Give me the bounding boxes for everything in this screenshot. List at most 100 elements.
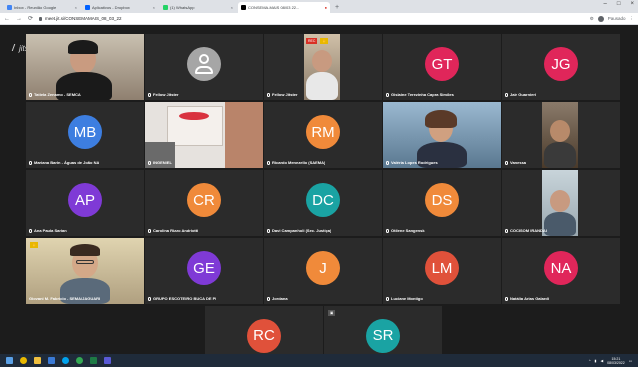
mic-icon [148, 92, 151, 97]
mail-icon[interactable] [48, 357, 55, 364]
participant-tile[interactable]: DS Otilene Sangensk [383, 170, 501, 236]
participant-avatar: J [306, 251, 340, 286]
new-tab-button[interactable]: + [335, 2, 339, 13]
participant-tile[interactable]: Vanessa [502, 102, 620, 168]
participant-tile[interactable]: NA Natália Arias Galardi [502, 238, 620, 304]
tab-close-icon[interactable]: ● [325, 5, 327, 10]
volume-icon[interactable]: ◀ [600, 359, 603, 363]
tab-favicon-icon [241, 5, 246, 10]
tab-close-icon[interactable]: × [153, 5, 155, 10]
participant-avatar: NA [544, 251, 578, 286]
mic-icon [386, 228, 389, 233]
minimize-button[interactable]: – [604, 1, 607, 7]
mic-icon [267, 92, 270, 97]
mic-icon [505, 228, 508, 233]
browser-tab-4[interactable]: CONSEMA-MAIS 08/03 22... ● [238, 2, 330, 13]
participant-tile[interactable]: REC ✋ Fellow Jitster [264, 34, 382, 100]
mic-icon [267, 228, 270, 233]
tab-close-icon[interactable]: × [231, 5, 233, 10]
participant-name: COCISOM IRANDAI [505, 228, 547, 233]
participant-tile[interactable]: MB Mariana Barin - Águas de João NA [26, 102, 144, 168]
mic-icon [505, 92, 508, 97]
participant-avatar: CR [187, 183, 221, 218]
participant-avatar: RC [247, 318, 281, 353]
chrome-alt-icon[interactable] [76, 357, 83, 364]
mic-icon [148, 228, 151, 233]
participant-tile[interactable]: RM Ricardo Menezello (SAEMA) [264, 102, 382, 168]
participant-tile[interactable]: DC Davi Campanholi (Sec. Justiça) [264, 170, 382, 236]
participant-tile[interactable]: RC [205, 306, 323, 354]
mic-icon [505, 160, 508, 165]
tab-label: Aplicativos - Dropbox [92, 5, 130, 10]
participant-tile[interactable]: ▣ SR [324, 306, 442, 354]
tab-label: (1) WhatsApp [170, 5, 195, 10]
participant-name: Fellow Jitster [267, 92, 298, 97]
extension-icon[interactable]: ⚙ [590, 16, 594, 22]
participant-avatar: GT [425, 47, 459, 82]
network-icon[interactable]: ▮ [595, 359, 597, 363]
system-tray: ^ ▮ ◀ 15:21 08/03/2022 ▭ [589, 357, 632, 365]
participant-tile[interactable]: CR Carolina Rizzo Andriotti [145, 170, 263, 236]
participant-tile[interactable]: INGENIEL [145, 102, 263, 168]
window-controls: – □ × [604, 1, 634, 7]
participant-tile-active-speaker[interactable]: Valéria Lopes Rodrigues [383, 102, 501, 168]
tab-close-icon[interactable]: × [75, 5, 77, 10]
participant-tile[interactable]: COCISOM IRANDAI [502, 170, 620, 236]
participant-avatar: GE [187, 251, 221, 286]
excel-icon[interactable] [90, 357, 97, 364]
mic-icon [505, 296, 508, 301]
chrome-icon[interactable] [20, 357, 27, 364]
participant-tile[interactable]: JG Jair Guarnieri [502, 34, 620, 100]
participant-name: Giovani M. Fabricio - SEMA/JAGUARI [29, 296, 101, 301]
participant-tile[interactable]: Fellow Jitster [145, 34, 263, 100]
participant-tile[interactable]: AP Ana Paula Sarian [26, 170, 144, 236]
participant-name: Valéria Lopes Rodrigues [386, 160, 438, 165]
menu-icon[interactable]: ⋮ [630, 16, 635, 22]
browser-tab-1[interactable]: Inbox - Reunião Google × [4, 2, 80, 13]
mic-icon [29, 92, 32, 97]
participant-tile[interactable]: GT Gislaine Terezinha Capra Simões [383, 34, 501, 100]
participant-name: Gislaine Terezinha Capra Simões [386, 92, 454, 97]
teams-icon[interactable] [104, 357, 111, 364]
raised-hand-icon: ✋ [320, 38, 329, 44]
notification-icon[interactable]: ▭ [629, 359, 632, 363]
forward-icon[interactable]: → [16, 16, 22, 22]
tab-favicon-icon [7, 5, 12, 10]
participant-tile[interactable]: J Jordana [264, 238, 382, 304]
profile-avatar[interactable] [597, 15, 604, 22]
back-icon[interactable]: ← [4, 16, 10, 22]
tab-label: CONSEMA-MAIS 08/03 22... [248, 5, 300, 10]
browser-toolbar-right: ⚙ Pausado ⋮ [590, 15, 635, 22]
clock[interactable]: 15:21 08/03/2022 [607, 357, 625, 365]
participant-name: Otilene Sangensk [386, 228, 425, 233]
meeting-area: jitsi Tatiela Zenamo - SEMCA Fellow Jits… [0, 26, 638, 354]
windows-logo-icon[interactable] [6, 357, 13, 364]
participant-avatar: SR [366, 318, 400, 353]
mic-icon [29, 228, 32, 233]
participant-name: Carolina Rizzo Andriotti [148, 228, 198, 233]
screen-share-icon: ▣ [328, 310, 336, 316]
mic-icon [267, 160, 270, 165]
browser-tab-2[interactable]: Aplicativos - Dropbox × [82, 2, 158, 13]
participant-name: INGENIEL [148, 160, 172, 165]
participant-avatar: MB [68, 115, 102, 150]
participant-tile-pinned[interactable]: ✋ Giovani M. Fabricio - SEMA/JAGUARI [26, 238, 144, 304]
mic-icon [148, 296, 151, 301]
participant-tile[interactable]: LM Luciane Montigo [383, 238, 501, 304]
participant-avatar: RM [306, 115, 340, 150]
default-user-icon [187, 47, 221, 82]
browser-tab-3[interactable]: (1) WhatsApp × [160, 2, 236, 13]
skype-icon[interactable] [62, 357, 69, 364]
participant-tile[interactable]: Tatiela Zenamo - SEMCA [26, 34, 144, 100]
url-field[interactable]: meet.jit.si/CONSEMAMAIS_08_03_22 [39, 16, 122, 21]
file-explorer-icon[interactable] [34, 357, 41, 364]
participant-video [26, 34, 144, 100]
maximize-button[interactable]: □ [617, 1, 621, 7]
tab-favicon-icon [85, 5, 90, 10]
close-window-button[interactable]: × [630, 1, 634, 7]
mic-icon [386, 92, 389, 97]
tray-chevron-icon[interactable]: ^ [589, 359, 591, 363]
reload-icon[interactable]: ⟳ [28, 15, 33, 22]
participant-tile[interactable]: GE GRUPO ESCOTEIRO BUCA DE PI [145, 238, 263, 304]
windows-taskbar: ^ ▮ ◀ 15:21 08/03/2022 ▭ [0, 354, 638, 367]
